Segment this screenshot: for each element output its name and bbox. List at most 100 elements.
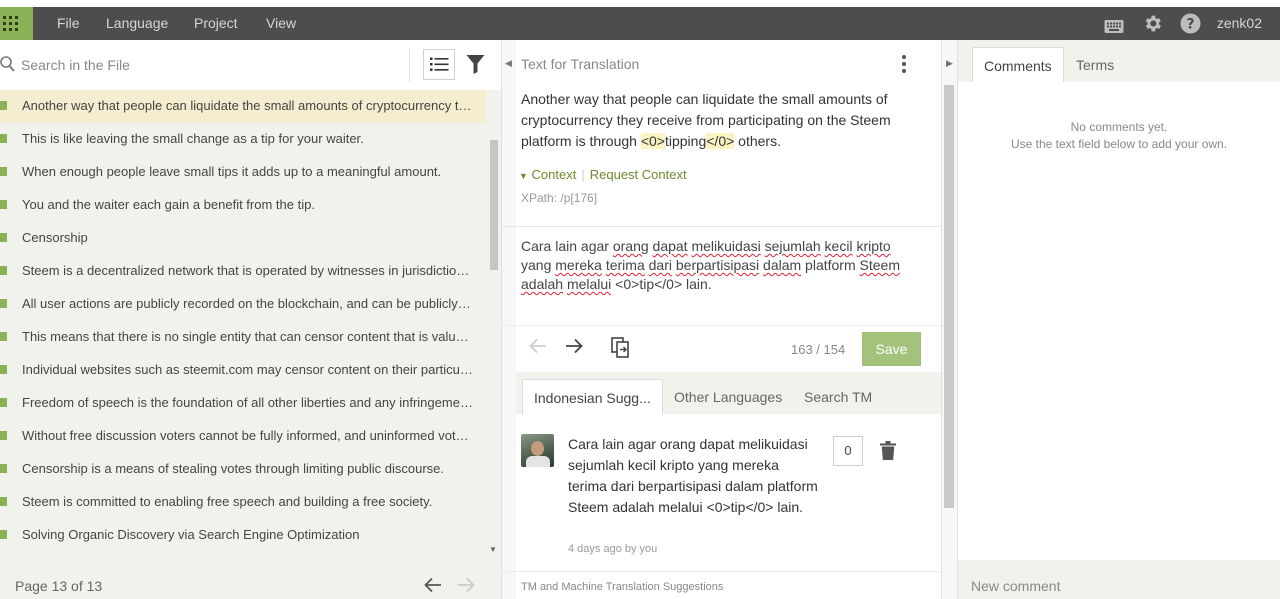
segment-row[interactable]: Another way that people can liquidate th… [0, 90, 486, 123]
segment-row[interactable]: Censorship is a means of stealing votes … [0, 453, 486, 486]
segment-text: Without free discussion voters cannot be… [22, 428, 474, 443]
segment-row[interactable]: You and the waiter each gain a benefit f… [0, 189, 486, 222]
misspelled-word: dalam [763, 257, 802, 273]
filter-icon[interactable] [466, 54, 485, 74]
new-comment-input[interactable]: New comment [971, 578, 1060, 594]
status-marker [0, 266, 7, 275]
right-splitter[interactable]: ▶ [941, 40, 958, 599]
context-toggle[interactable]: Context [532, 167, 577, 182]
segment-text: This is like leaving the small change as… [22, 131, 364, 146]
vote-count[interactable]: 0 [833, 436, 863, 466]
arrow-right-icon[interactable] [457, 577, 475, 593]
caret-down-icon[interactable]: ▼ [519, 171, 528, 181]
misspelled-word: dari [648, 257, 672, 273]
suggestion-meta: 4 days ago by you [568, 543, 658, 555]
segment-row[interactable]: Steem is committed to enabling free spee… [0, 486, 486, 519]
empty-comments-hint: Use the text field below to add your own… [1010, 137, 1228, 151]
translation-word: <0>tip</0> lain. [611, 276, 712, 292]
segment-text: Steem is committed to enabling free spee… [22, 494, 433, 509]
scroll-down-arrow-icon[interactable]: ▼ [489, 545, 497, 554]
segment-row[interactable]: Freedom of speech is the foundation of a… [0, 387, 486, 420]
segment-row[interactable]: When enough people leave small tips it a… [0, 156, 486, 189]
status-marker [0, 167, 7, 176]
tm-footer: TM and Machine Translation Suggestions [521, 581, 724, 593]
help-icon[interactable]: ? [1180, 13, 1201, 34]
translation-word: platform [801, 257, 860, 273]
tab-search-tm[interactable]: Search TM [804, 379, 872, 415]
divider [501, 571, 941, 572]
segment-text: Freedom of speech is the foundation of a… [22, 395, 474, 410]
segment-text: Another way that people can liquidate th… [22, 98, 474, 113]
segment-list: Another way that people can liquidate th… [0, 90, 487, 560]
status-marker [0, 200, 7, 209]
collapse-left-icon[interactable]: ◀ [505, 58, 512, 69]
menu-file[interactable]: File [57, 7, 80, 40]
next-segment-icon[interactable] [565, 338, 583, 354]
scrollbar-thumb[interactable] [490, 140, 498, 270]
segment-row[interactable]: This means that there is no single entit… [0, 321, 486, 354]
toolbar-divider [409, 48, 410, 82]
translation-word: yang [521, 257, 556, 273]
editor-scrollbar-thumb[interactable] [944, 85, 954, 508]
character-count: 163 / 154 [791, 342, 846, 357]
segment-text: Individual websites such as steemit.com … [22, 362, 474, 377]
misspelled-word: mereka [555, 257, 602, 273]
misspelled-word: terima [605, 257, 645, 273]
tab-comments[interactable]: Comments [972, 47, 1064, 83]
segment-text: Censorship [22, 230, 88, 245]
source-text: Another way that people can liquidate th… [521, 91, 891, 149]
status-marker [0, 134, 7, 143]
status-marker [0, 431, 7, 440]
segment-row[interactable]: Individual websites such as steemit.com … [0, 354, 486, 387]
suggestion-text[interactable]: Cara lain agar orang dapat melikuidasi s… [568, 434, 818, 518]
collapse-right-icon[interactable]: ▶ [946, 58, 953, 69]
status-marker [0, 299, 7, 308]
search-input[interactable] [21, 54, 401, 76]
segment-text: All user actions are publicly recorded o… [22, 296, 474, 311]
arrow-left-icon[interactable] [424, 577, 442, 593]
misspelled-word: Steem [859, 257, 900, 273]
more-options-icon[interactable] [902, 55, 908, 76]
menu-language[interactable]: Language [106, 7, 168, 40]
search-icon [0, 56, 15, 72]
segment-text: This means that there is no single entit… [22, 329, 474, 344]
context-row: ▼ Context | Request Context [519, 167, 687, 182]
segment-row[interactable]: Censorship [0, 222, 486, 255]
segment-row[interactable]: All user actions are publicly recorded o… [0, 288, 486, 321]
previous-segment-icon[interactable] [529, 338, 547, 354]
tab-indonesian-suggestions[interactable]: Indonesian Sugg... [522, 379, 663, 415]
segment-row[interactable]: Without free discussion voters cannot be… [0, 420, 486, 453]
status-marker [0, 233, 7, 242]
segment-row[interactable]: This is like leaving the small change as… [0, 123, 486, 156]
segment-text: When enough people leave small tips it a… [22, 164, 442, 179]
gear-icon[interactable] [1142, 13, 1163, 34]
misspelled-word: melikuidasi [691, 238, 761, 254]
list-view-button[interactable] [423, 49, 455, 80]
trash-icon[interactable] [880, 441, 896, 460]
segment-row[interactable]: Solving Organic Discovery via Search Eng… [0, 519, 486, 552]
tab-terms[interactable]: Terms [1076, 47, 1114, 83]
page-indicator: Page 13 of 13 [15, 578, 103, 594]
segment-row[interactable]: Steem is a decentralized network that is… [0, 255, 486, 288]
status-marker [0, 464, 7, 473]
save-button[interactable]: Save [862, 332, 921, 366]
copy-source-icon[interactable] [611, 337, 630, 358]
tag-close[interactable]: </0> [706, 133, 735, 149]
status-marker [0, 398, 7, 407]
keyboard-icon[interactable] [1104, 16, 1124, 37]
left-splitter[interactable]: ◀ [501, 40, 516, 599]
menu-view[interactable]: View [266, 7, 296, 40]
misspelled-word: kripto [856, 238, 891, 254]
menu-project[interactable]: Project [194, 7, 238, 40]
misspelled-word: berpartisipasi [675, 257, 760, 273]
apps-grid-button[interactable] [0, 7, 33, 40]
tag-open[interactable]: <0> [640, 133, 665, 149]
avatar [521, 434, 554, 467]
request-context-link[interactable]: Request Context [590, 167, 687, 182]
divider [501, 325, 941, 326]
search-row [0, 40, 501, 90]
username[interactable]: zenk02 [1217, 7, 1262, 40]
translation-textarea[interactable]: Cara lain agar orang dapat melikuidasi s… [521, 237, 921, 294]
divider [501, 226, 941, 227]
tab-other-languages[interactable]: Other Languages [674, 379, 782, 415]
